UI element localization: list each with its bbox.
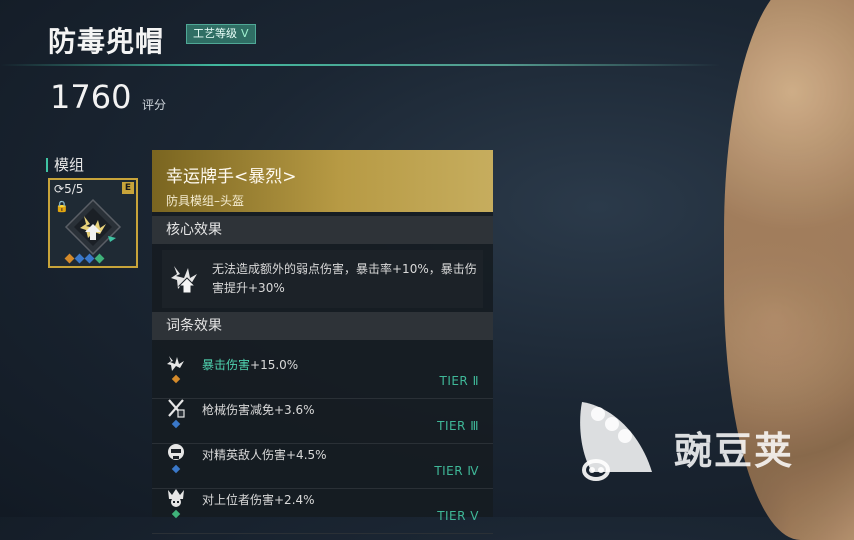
- gem-slot-3: [84, 253, 95, 264]
- module-emblem-icon: [64, 198, 122, 256]
- module-section-label: 模组: [54, 156, 85, 174]
- gem-slot-1: [64, 253, 75, 264]
- score-label: 评分: [142, 98, 167, 112]
- module-slot-card[interactable]: ⟳5/5 E 🔒: [48, 178, 138, 268]
- affix-dot-1: [171, 374, 181, 384]
- gem-slot-2: [74, 253, 85, 264]
- module-rarity-badge: E: [122, 182, 134, 194]
- module-detail-header: 幸运牌手<暴烈> 防具模组–头盔: [152, 150, 493, 212]
- affix-highlight-1: 暴击伤害: [202, 358, 251, 372]
- module-section-header: 模组: [46, 154, 84, 175]
- watermark-text: 豌豆荚: [674, 429, 795, 473]
- core-effect-box: 无法造成额外的弱点伤害，暴击率+10%，暴击伤害提升+30%: [162, 250, 483, 308]
- section-accent-bar: [46, 158, 48, 172]
- affix-dot-3: [171, 464, 181, 474]
- craft-level-value: V: [241, 27, 249, 40]
- affix-entry-4: 对上位者伤害+2.4% TIER Ⅴ: [152, 489, 493, 534]
- module-gem-slots: [64, 253, 105, 264]
- module-name: 幸运牌手<暴烈>: [166, 167, 297, 187]
- affix-value-1: +15.0%: [250, 358, 299, 372]
- title-divider: [0, 64, 720, 66]
- item-score: 1760: [50, 78, 132, 116]
- module-detail-panel: 幸运牌手<暴烈> 防具模组–头盔 核心效果 无法造成额外的弱点伤害，暴击率+10…: [152, 150, 493, 534]
- affix-tier-4: TIER Ⅴ: [437, 509, 479, 523]
- affix-entry-2: 枪械伤害减免+3.6% TIER Ⅲ: [152, 399, 493, 444]
- affix-text-4: 对上位者伤害+2.4%: [202, 491, 315, 508]
- affix-tier-1: TIER Ⅱ: [439, 374, 479, 388]
- affix-dot-2: [171, 419, 181, 429]
- watermark-logo-icon: [580, 402, 652, 481]
- affix-text-1: 暴击伤害+15.0%: [202, 356, 298, 373]
- boss-skull-icon: [168, 489, 184, 507]
- affix-tier-2: TIER Ⅲ: [437, 419, 479, 433]
- affix-entry-3: 对精英敌人伤害+4.5% TIER Ⅳ: [152, 444, 493, 489]
- affix-value-3: 对精英敌人伤害+4.5%: [202, 448, 327, 462]
- item-title: 防毒兜帽: [48, 25, 165, 58]
- affix-tier-3: TIER Ⅳ: [434, 464, 479, 478]
- crossed-guns-icon: [168, 399, 185, 418]
- affix-text-3: 对精英敌人伤害+4.5%: [202, 446, 327, 463]
- core-effect-text: 无法造成额外的弱点伤害，暴击率+10%，暴击伤害提升+30%: [212, 262, 477, 295]
- explosion-icon: [167, 356, 184, 371]
- elite-skull-icon: [168, 444, 184, 460]
- affix-entry-1: 暴击伤害+15.0% TIER Ⅱ: [152, 354, 493, 399]
- refresh-icon: ⟳: [54, 182, 65, 196]
- affix-value-4: 对上位者伤害+2.4%: [202, 493, 315, 507]
- affix-text-2: 枪械伤害减免+3.6%: [202, 401, 315, 418]
- craft-level-label: 工艺等级: [193, 27, 237, 40]
- core-effect-header: 核心效果: [152, 216, 493, 244]
- module-capacity-value: 5/5: [64, 182, 84, 196]
- affix-effect-header: 词条效果: [152, 312, 493, 340]
- craft-level-badge: 工艺等级 V: [186, 24, 256, 44]
- explosion-arrow-icon: [171, 266, 197, 294]
- module-capacity: ⟳5/5: [54, 182, 83, 196]
- gem-slot-4: [94, 253, 105, 264]
- affix-value-2: 枪械伤害减免+3.6%: [202, 403, 315, 417]
- module-subtitle: 防具模组–头盔: [166, 194, 245, 208]
